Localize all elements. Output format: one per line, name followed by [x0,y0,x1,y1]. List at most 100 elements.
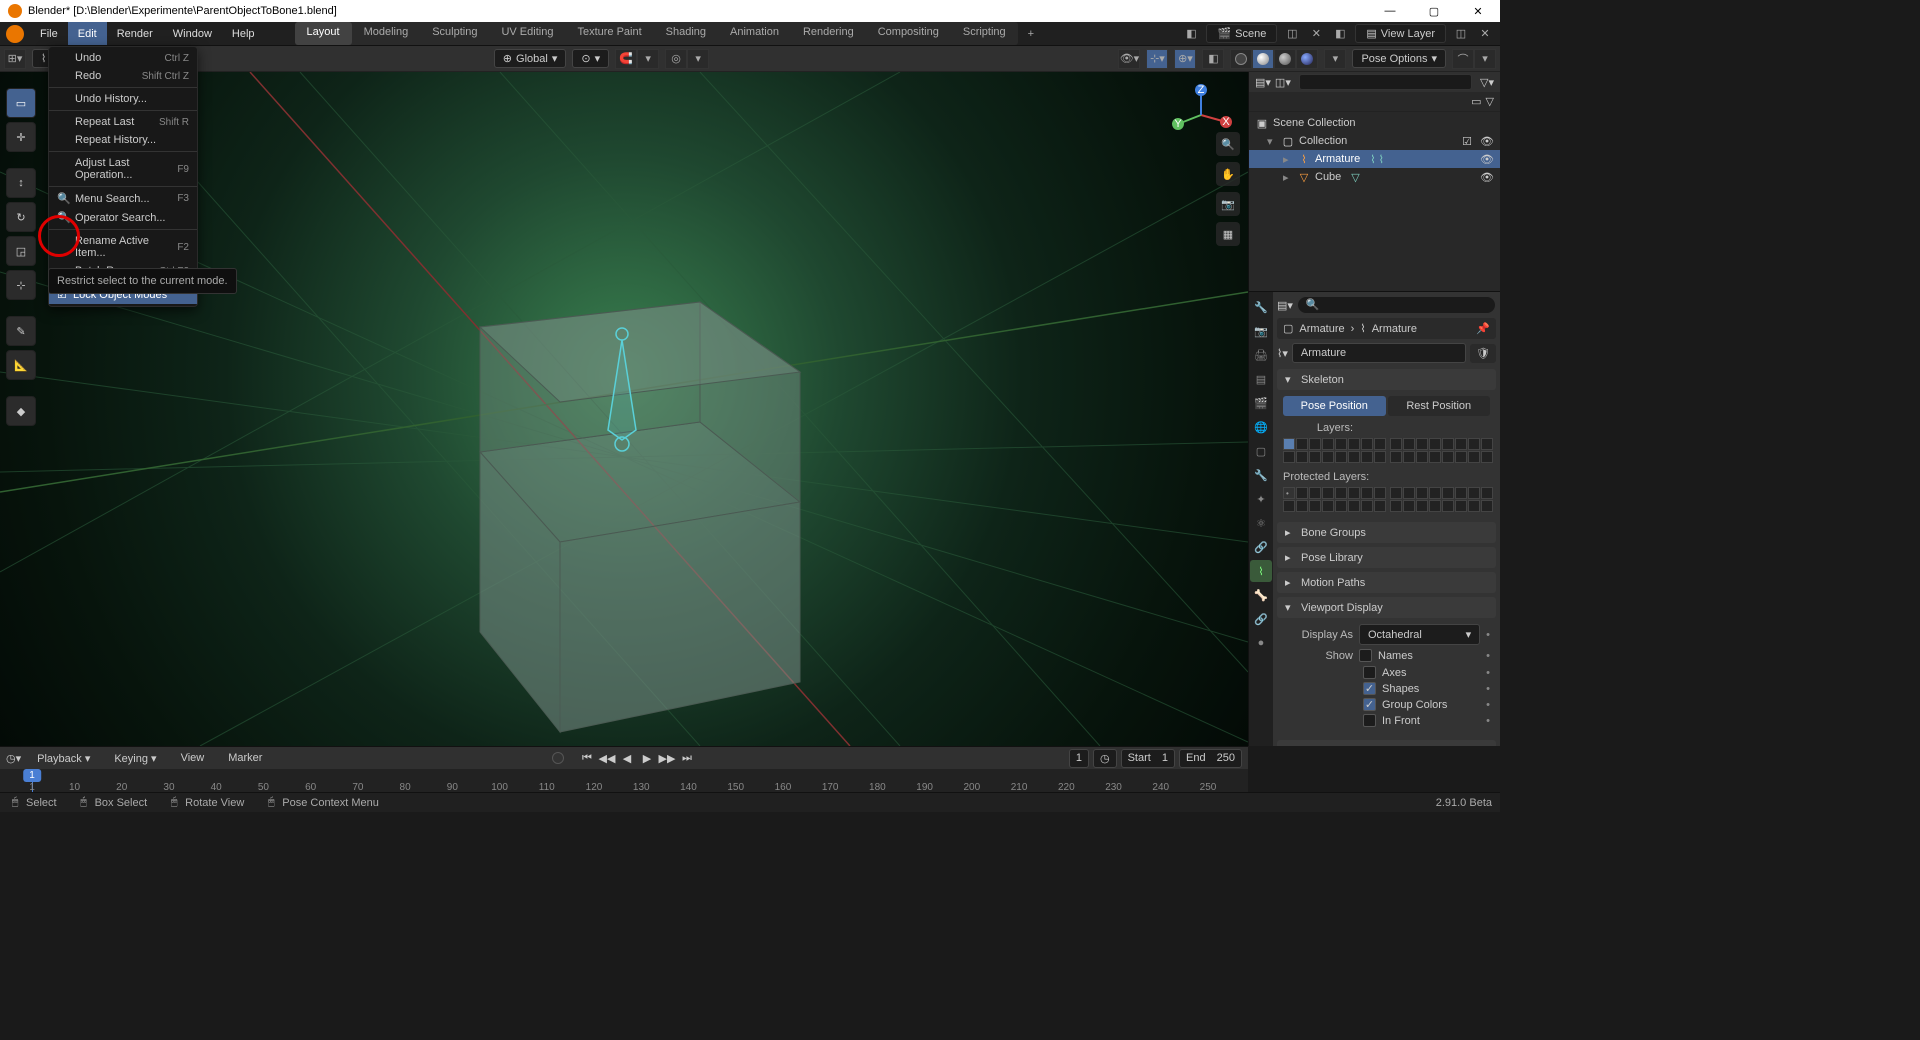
new-scene-button[interactable]: ◫ [1283,25,1301,43]
perspective-icon[interactable]: ▦ [1216,222,1240,246]
maximize-button[interactable]: ▢ [1412,0,1456,22]
shading-options[interactable]: ▾ [1324,49,1346,69]
tab-modeling[interactable]: Modeling [352,22,421,45]
transform-tool[interactable]: ⊹ [6,270,36,300]
menu-undo[interactable]: UndoCtrl Z [49,49,197,67]
proptab-physics[interactable]: ⚛ [1250,512,1272,534]
menu-help[interactable]: Help [222,22,265,45]
timeline-marker-menu[interactable]: Marker [220,750,270,766]
outliner-collection[interactable]: ▾ ▢ Collection ☑ 👁 [1249,132,1500,150]
tab-scripting[interactable]: Scripting [951,22,1018,45]
move-tool[interactable]: ↕ [6,168,36,198]
layer-browse-icon[interactable]: ◧ [1331,25,1349,43]
close-button[interactable]: ✕ [1456,0,1500,22]
timeline-track[interactable]: 1 11020304050607080901001101201301401501… [0,769,1248,793]
proptab-bone[interactable]: 🦴 [1250,584,1272,606]
disclosure-icon[interactable]: ▸ [1283,153,1293,166]
jump-prev-key-icon[interactable]: ◀◀ [598,749,616,767]
proptab-viewlayer[interactable]: ▤ [1250,368,1272,390]
menu-window[interactable]: Window [163,22,222,45]
tab-compositing[interactable]: Compositing [866,22,951,45]
matprev-shading[interactable] [1274,49,1296,69]
section-inverse-kinematics[interactable]: ▸Inverse Kinematics [1277,740,1496,746]
jump-next-key-icon[interactable]: ▶▶ [658,749,676,767]
filter-toggle-icon[interactable]: ▽ [1486,95,1494,108]
timeline-playback-menu[interactable]: Playback ▾ [29,750,98,767]
menu-operator-search[interactable]: 🔍Operator Search... [49,208,197,227]
menu-undo-history[interactable]: Undo History... [49,90,197,108]
snap-toggle[interactable]: 🧲 [615,49,637,69]
snap-options[interactable]: ▾ [637,49,659,69]
proptab-material[interactable]: ● [1250,632,1272,654]
xray-toggle[interactable]: ◧ [1202,49,1224,69]
protected-layers[interactable]: • [1283,487,1490,512]
section-skeleton[interactable]: ▾Skeleton [1277,369,1496,390]
section-motion-paths[interactable]: ▸Motion Paths [1277,572,1496,593]
in-front-checkbox[interactable] [1363,714,1376,727]
rendered-shading[interactable] [1296,49,1318,69]
timeline-view-menu[interactable]: View [173,750,213,766]
minimize-button[interactable]: — [1368,0,1412,22]
section-bone-groups[interactable]: ▸Bone Groups [1277,522,1496,543]
wireframe-shading[interactable] [1230,49,1252,69]
timeline-keying-menu[interactable]: Keying ▾ [106,750,164,767]
checkbox-icon[interactable]: ☑ [1462,135,1472,148]
outliner-armature[interactable]: ▸ ⌇ Armature ⌇ ⌇ 👁 [1249,150,1500,168]
axes-checkbox[interactable] [1363,666,1376,679]
timeline-editor-icon[interactable]: ◷▾ [6,752,21,765]
tab-shading[interactable]: Shading [654,22,718,45]
play-icon[interactable]: ▶ [638,749,656,767]
section-viewport-display[interactable]: ▾Viewport Display [1277,597,1496,618]
proptab-world[interactable]: 🌐 [1250,416,1272,438]
solid-shading[interactable] [1252,49,1274,69]
disclosure-icon[interactable]: ▾ [1267,135,1277,148]
viewlayer-selector[interactable]: ▤View Layer [1355,24,1446,43]
proptab-render[interactable]: 📷 [1250,320,1272,342]
shapes-checkbox[interactable]: ✓ [1363,682,1376,695]
arc-icon[interactable]: ⌒ [1452,49,1474,69]
menu-render[interactable]: Render [107,22,163,45]
overlays-toggle[interactable]: ⊕▾ [1174,49,1196,69]
zoom-icon[interactable]: 🔍 [1216,132,1240,156]
names-checkbox[interactable] [1359,649,1372,662]
cursor-tool[interactable]: ✛ [6,122,36,152]
proptab-bone-constraint[interactable]: 🔗 [1250,608,1272,630]
visibility-icon[interactable]: 👁▾ [1118,49,1140,69]
new-collection-icon[interactable]: ▭ [1471,95,1481,108]
rest-position-button[interactable]: Rest Position [1388,396,1491,416]
outliner-search-input[interactable] [1299,74,1472,90]
editor-type-icon[interactable]: ⊞▾ [4,49,26,69]
outliner-editor-icon[interactable]: ▤▾ [1255,76,1271,89]
proptab-modifier[interactable]: 🔧 [1250,464,1272,486]
group-colors-checkbox[interactable]: ✓ [1363,698,1376,711]
proptab-armature-data[interactable]: ⌇ [1250,560,1272,582]
pose-options-dropdown[interactable]: Pose Options▾ [1352,49,1446,68]
menu-menu-search[interactable]: 🔍Menu Search...F3 [49,189,197,208]
outliner-cube[interactable]: ▸ ▽ Cube ▽ 👁 [1249,168,1500,186]
jump-start-icon[interactable]: ⏮ [578,749,596,767]
current-frame-field[interactable]: 1 [1069,749,1089,768]
filter-icon[interactable]: ▽▾ [1480,76,1494,89]
editor-type-icon[interactable]: ▤▾ [1277,299,1293,312]
scale-tool[interactable]: ◲ [6,236,36,266]
pose-position-button[interactable]: Pose Position [1283,396,1386,416]
menu-repeat-last[interactable]: Repeat LastShift R [49,113,197,131]
data-browse-icon[interactable]: ⌇▾ [1277,347,1288,360]
autokey-record-icon[interactable] [552,752,564,764]
menu-file[interactable]: File [30,22,68,45]
gizmo-toggle[interactable]: ⊹▾ [1146,49,1168,69]
tab-sculpting[interactable]: Sculpting [420,22,489,45]
measure-tool[interactable]: 📐 [6,350,36,380]
delete-layer-button[interactable]: ✕ [1476,25,1494,43]
add-workspace-button[interactable]: + [1018,22,1044,45]
props-search-input[interactable] [1297,296,1496,314]
outliner-mode-icon[interactable]: ◫▾ [1275,76,1291,89]
proptab-scene[interactable]: 🎬 [1250,392,1272,414]
pivot-selector[interactable]: ⊙▾ [572,49,609,68]
tab-rendering[interactable]: Rendering [791,22,866,45]
tab-texture-paint[interactable]: Texture Paint [565,22,653,45]
proptab-constraints[interactable]: 🔗 [1250,536,1272,558]
eye-icon[interactable]: 👁 [1480,171,1494,184]
camera-icon[interactable]: 📷 [1216,192,1240,216]
menu-adjust-last[interactable]: Adjust Last Operation...F9 [49,154,197,184]
